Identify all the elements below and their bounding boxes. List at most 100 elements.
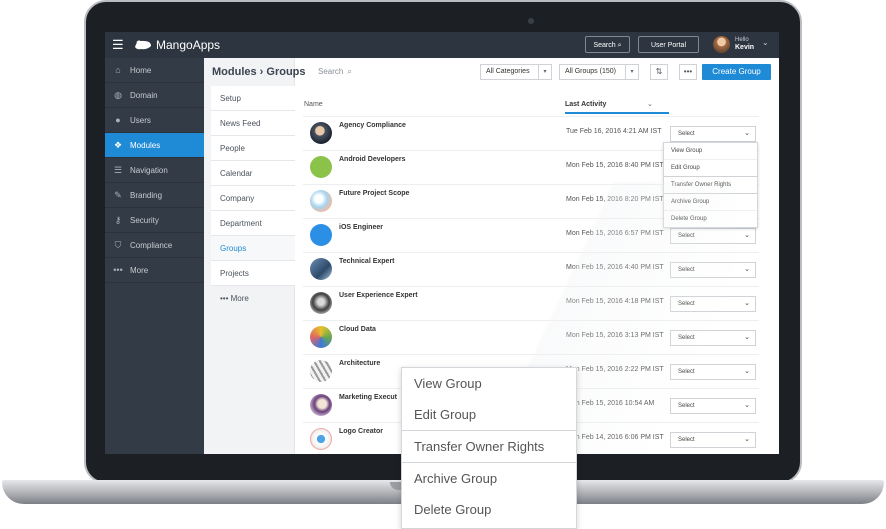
row-action-select[interactable]: Select ⌄ — [670, 330, 756, 346]
global-search-button[interactable]: Search ⌕ — [585, 36, 630, 53]
group-avatar — [310, 122, 332, 144]
chevron-down-icon: ⌄ — [744, 130, 750, 137]
sidebar-item-modules[interactable]: ❖ Modules — [105, 133, 204, 158]
subnav-item-people[interactable]: People — [211, 136, 295, 161]
subnav-item-setup[interactable]: Setup — [211, 86, 295, 111]
group-name[interactable]: Logo Creator — [339, 428, 383, 435]
more-options-button[interactable]: ••• — [679, 64, 697, 80]
sidebar-item-domain[interactable]: ◍ Domain — [105, 83, 204, 108]
column-header-name[interactable]: Name — [304, 101, 323, 108]
select-label: Select — [678, 131, 695, 137]
subnav-item-department[interactable]: Department — [211, 211, 295, 236]
menu-item-view-group[interactable]: View Group — [664, 143, 757, 160]
key-icon: ⚷ — [114, 214, 122, 225]
category-filter-dropdown[interactable]: All Categories ▾ — [480, 64, 552, 80]
group-filter-value: All Groups (150) — [565, 68, 616, 75]
logo-text: MangoApps — [156, 38, 221, 52]
table-row[interactable]: Cloud Data Mon Feb 15, 2016 3:13 PM IST … — [303, 320, 759, 355]
menu-item-edit-group[interactable]: Edit Group — [402, 399, 576, 431]
group-name[interactable]: Agency Compliance — [339, 122, 406, 129]
search-icon: ⌕ — [617, 42, 622, 49]
list-icon: ☰ — [113, 164, 123, 175]
group-name[interactable]: Technical Expert — [339, 258, 395, 265]
group-avatar — [310, 190, 332, 212]
group-name[interactable]: Architecture — [339, 360, 380, 367]
column-header-last-activity[interactable]: Last Activity — [565, 101, 606, 108]
group-last-activity: Mon Feb 15, 2016 8:20 PM IST — [566, 196, 664, 203]
group-name[interactable]: Marketing Execut — [339, 394, 397, 401]
brush-icon: ✎ — [114, 189, 122, 200]
menu-item-view-group[interactable]: View Group — [402, 368, 576, 399]
chevron-down-icon: ▾ — [625, 65, 638, 79]
menu-item-delete-group[interactable]: Delete Group — [402, 494, 576, 525]
chevron-down-icon: ⌄ — [744, 368, 750, 375]
hamburger-menu-icon[interactable]: ☰ — [112, 38, 124, 51]
user-greeting[interactable]: Hello Kevin — [735, 37, 754, 51]
home-icon: ⌂ — [115, 64, 121, 75]
sidebar-item-label: Compliance — [130, 240, 173, 250]
page-title: Modules › Groups — [212, 66, 306, 78]
sidebar-item-label: Navigation — [130, 165, 168, 175]
row-action-select[interactable]: Select ⌄ — [670, 296, 756, 312]
row-action-select[interactable]: Select ⌄ — [670, 432, 756, 448]
group-name[interactable]: Android Developers — [339, 156, 406, 163]
subnav-list: Setup News Feed People Calendar Company … — [211, 86, 295, 311]
menu-item-archive-group[interactable]: Archive Group — [664, 194, 757, 211]
subnav-item-calendar[interactable]: Calendar — [211, 161, 295, 186]
group-name[interactable]: Future Project Scope — [339, 190, 409, 197]
subnav-item-projects[interactable]: Projects — [211, 261, 295, 286]
group-name[interactable]: User Experience Expert — [339, 292, 418, 299]
user-portal-button[interactable]: User Portal — [638, 36, 699, 53]
subnav-item-more[interactable]: ••• More — [211, 286, 295, 311]
search-placeholder: Search — [318, 67, 344, 76]
chevron-down-icon[interactable]: ⌄ — [762, 38, 769, 47]
menu-item-transfer-owner-rights[interactable]: Transfer Owner Rights — [402, 431, 576, 463]
menu-item-transfer-owner-rights[interactable]: Transfer Owner Rights — [664, 177, 757, 194]
chevron-down-icon[interactable]: ⌄ — [647, 100, 653, 108]
group-last-activity: Mon Feb 15, 2016 8:40 PM IST — [566, 162, 664, 169]
group-name[interactable]: Cloud Data — [339, 326, 376, 333]
row-action-menu: View Group Edit Group Transfer Owner Rig… — [663, 142, 758, 228]
group-avatar — [310, 428, 332, 450]
subnav-item-company[interactable]: Company — [211, 186, 295, 211]
chevron-down-icon: ⌄ — [744, 436, 750, 443]
dots-icon: ••• — [683, 67, 693, 76]
row-action-select[interactable]: Select ⌄ — [670, 398, 756, 414]
user-name: Kevin — [735, 44, 755, 51]
row-action-select[interactable]: Select ⌄ — [670, 262, 756, 278]
sidebar-item-branding[interactable]: ✎ Branding — [105, 183, 204, 208]
sidebar-item-home[interactable]: ⌂ Home — [105, 58, 204, 83]
top-bar: ☰ MangoApps Search ⌕ User Portal Hello K… — [105, 32, 779, 58]
create-group-button[interactable]: Create Group — [702, 64, 771, 80]
sidebar-item-compliance[interactable]: ⛉ Compliance — [105, 233, 204, 258]
group-search-input[interactable]: Search ⌕ — [318, 67, 352, 77]
group-avatar — [310, 326, 332, 348]
menu-item-delete-group[interactable]: Delete Group — [664, 211, 757, 227]
sidebar-item-security[interactable]: ⚷ Security — [105, 208, 204, 233]
group-name[interactable]: iOS Engineer — [339, 224, 383, 231]
sidebar-item-more[interactable]: ••• More — [105, 258, 204, 283]
hello-label: Hello — [735, 37, 749, 43]
chevron-down-icon: ⌄ — [744, 232, 750, 239]
subnav-item-groups[interactable]: Groups — [211, 236, 295, 261]
menu-item-archive-group[interactable]: Archive Group — [402, 463, 576, 494]
subnav-item-news-feed[interactable]: News Feed — [211, 111, 295, 136]
sidebar-item-label: Branding — [130, 190, 163, 200]
menu-item-edit-group[interactable]: Edit Group — [664, 160, 757, 177]
sidebar-item-navigation[interactable]: ☰ Navigation — [105, 158, 204, 183]
sort-arrows-icon: ⇅ — [655, 67, 663, 76]
user-avatar[interactable] — [713, 36, 730, 53]
group-avatar — [310, 394, 332, 416]
table-row[interactable]: User Experience Expert Mon Feb 15, 2016 … — [303, 286, 759, 321]
row-action-select[interactable]: Select ⌄ — [670, 364, 756, 380]
sort-button[interactable]: ⇅ — [650, 64, 668, 80]
group-filter-dropdown[interactable]: All Groups (150) ▾ — [559, 64, 639, 80]
sidebar-item-users[interactable]: ● Users — [105, 108, 204, 133]
group-last-activity: Mon Feb 15, 2016 3:13 PM IST — [566, 332, 664, 339]
row-action-select[interactable]: Select ⌄ — [670, 126, 756, 142]
table-row[interactable]: Technical Expert Mon Feb 15, 2016 4:40 P… — [303, 252, 759, 287]
logo[interactable]: MangoApps — [133, 37, 220, 53]
row-action-select[interactable]: Select ⌄ — [670, 228, 756, 244]
dots-icon: ••• — [113, 264, 123, 275]
sidebar-item-label: Domain — [130, 90, 158, 100]
